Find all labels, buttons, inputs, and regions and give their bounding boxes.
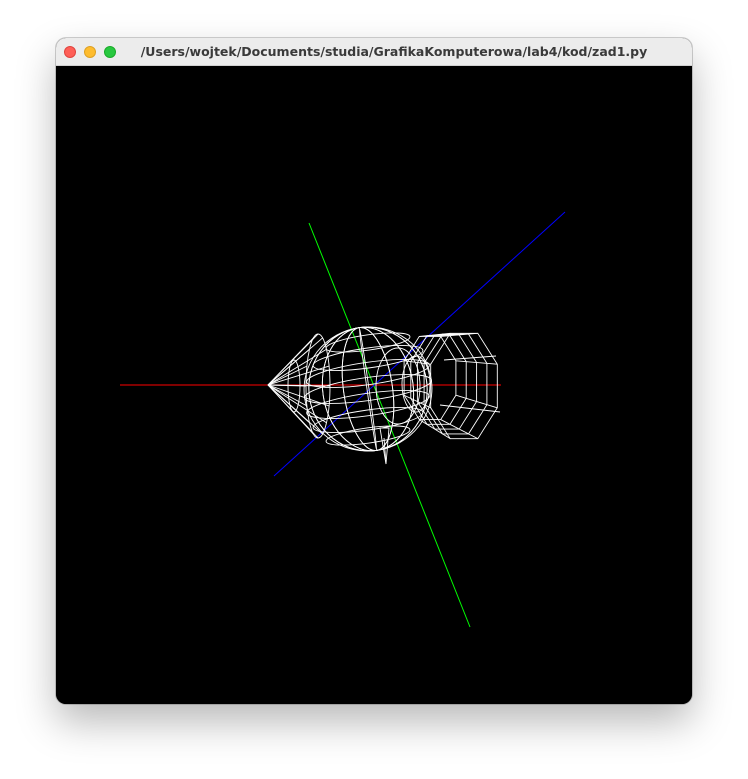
sphere-meridian <box>308 326 428 452</box>
window-title: /Users/wojtek/Documents/studia/GrafikaKo… <box>140 44 648 59</box>
spike-wireframe <box>379 427 390 465</box>
prism-spoke <box>443 355 497 361</box>
app-window: /Users/wojtek/Documents/studia/GrafikaKo… <box>56 38 692 704</box>
sphere-meridian <box>341 327 395 451</box>
sphere-meridian <box>341 327 395 451</box>
title-bar[interactable]: /Users/wojtek/Documents/studia/GrafikaKo… <box>56 38 692 66</box>
cone-tip-wireframe <box>267 333 331 439</box>
sphere-meridian <box>308 326 428 452</box>
sphere-parallel <box>325 332 411 353</box>
scene-svg <box>120 211 566 628</box>
z-axis-line <box>273 211 566 477</box>
wireframe-object <box>267 326 501 465</box>
octagonal-prism-wireframe <box>375 332 501 440</box>
sphere-parallel <box>325 425 411 446</box>
opengl-canvas[interactable] <box>56 66 692 704</box>
cone-edge <box>267 365 308 386</box>
